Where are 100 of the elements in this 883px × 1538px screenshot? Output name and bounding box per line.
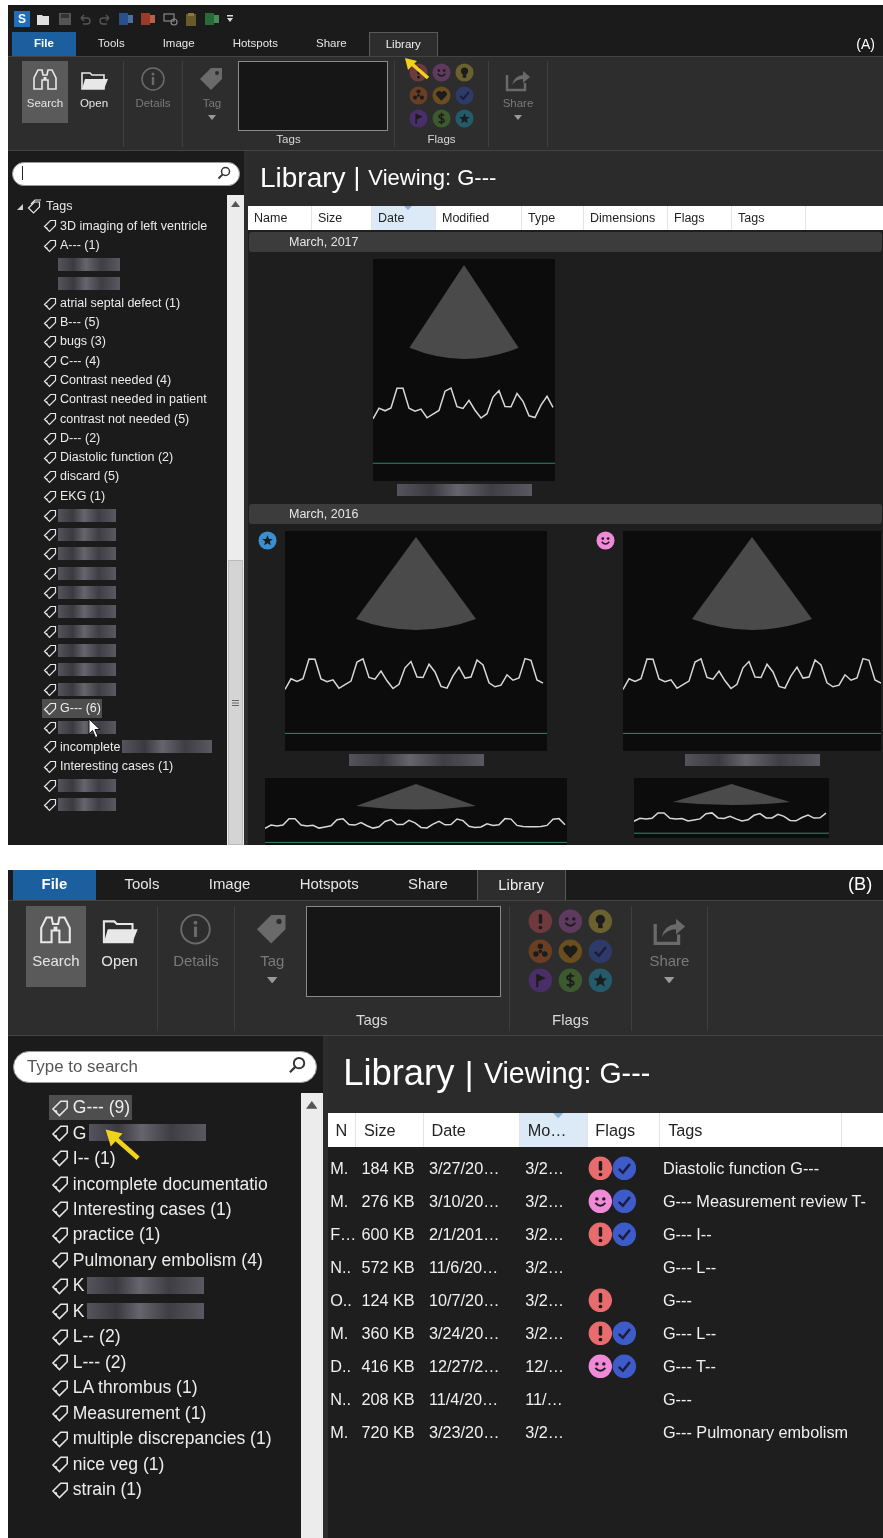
tree-item[interactable]: D--- (2) xyxy=(42,428,102,448)
column-heading[interactable]: Date xyxy=(423,1113,520,1147)
ribbon-tab[interactable]: Image xyxy=(146,32,211,56)
tree-item[interactable]: I-- (1) xyxy=(49,1145,117,1171)
ribbon-tab[interactable]: Hotspots xyxy=(278,869,380,900)
tree-item[interactable]: C--- (4) xyxy=(42,351,102,371)
column-heading[interactable]: Size xyxy=(356,1113,424,1147)
ribbon-tab[interactable]: Tools xyxy=(103,869,181,900)
ribbon-button[interactable]: Search xyxy=(22,61,68,123)
scroll-up-arrow-icon[interactable] xyxy=(305,1101,318,1109)
tree-item[interactable]: Contrast needed (4) xyxy=(42,370,173,390)
table-row[interactable]: N.. 572 KB 11/6/20… 3/2… G--- L-- xyxy=(327,1250,883,1284)
column-heading[interactable]: Type xyxy=(522,206,584,230)
table-row[interactable]: M. 276 KB 3/10/20… 3/2… G--- Measurement review T- xyxy=(327,1184,883,1218)
tag-icon xyxy=(43,507,57,523)
ribbon-tab[interactable]: File xyxy=(13,869,96,900)
tree-item[interactable]: incomplete xyxy=(42,737,122,757)
folder-icon[interactable] xyxy=(36,12,52,26)
table-row[interactable]: M. 184 KB 3/27/20… 3/2… Diastolic function G--- xyxy=(327,1151,883,1185)
slides-icon[interactable] xyxy=(140,12,156,26)
table-row[interactable]: D.. 416 KB 12/27/2… 12/… G--- T-- xyxy=(327,1349,883,1383)
tree-item[interactable]: bugs (3) xyxy=(42,332,107,352)
table-row[interactable]: M. 720 KB 3/23/20… 3/2… G--- Pulmonary embolism xyxy=(327,1415,883,1449)
table-row[interactable]: M. 360 KB 3/24/20… 3/2… G--- L-- xyxy=(327,1316,883,1350)
tree-item[interactable]: incomplete documentatio xyxy=(49,1170,269,1197)
scan-image-drawing[interactable] xyxy=(634,778,829,838)
caret-icon[interactable] xyxy=(226,14,234,24)
ribbon-button[interactable]: Open xyxy=(89,906,150,987)
tree-item[interactable]: Interesting cases (1) xyxy=(42,756,175,776)
table-row[interactable]: N.. 208 KB 11/4/20… 11/… G--- xyxy=(327,1382,883,1416)
tag-icon xyxy=(43,353,57,369)
ribbon-button[interactable]: Open xyxy=(71,61,117,123)
tree-item[interactable]: G--- (9) xyxy=(49,1094,132,1120)
tree-item[interactable]: nice veg (1) xyxy=(49,1451,166,1477)
table-cell-text: 720 KB xyxy=(360,1422,416,1444)
column-heading[interactable]: Name xyxy=(248,206,312,230)
tree-item[interactable]: Contrast needed in patient xyxy=(42,389,208,410)
column-heading[interactable]: Tags xyxy=(732,206,806,230)
tree-item[interactable]: practice (1) xyxy=(49,1221,162,1248)
column-heading[interactable]: Date xyxy=(372,206,436,230)
tree-item[interactable]: G--- (6) xyxy=(42,698,102,718)
tags-box[interactable] xyxy=(306,906,502,998)
search-icon[interactable] xyxy=(217,166,231,180)
tree-item[interactable]: A--- (1) xyxy=(42,235,101,255)
ribbon-tab[interactable]: Share xyxy=(300,32,363,56)
tree-item[interactable]: L--- (2) xyxy=(49,1349,128,1375)
column-heading[interactable]: Mo… xyxy=(519,1113,588,1147)
screen-icon[interactable] xyxy=(162,12,178,26)
tree-item[interactable]: K xyxy=(49,1298,86,1324)
ribbon-tab[interactable]: Tools xyxy=(81,32,141,56)
scroll-up-arrow-icon[interactable] xyxy=(231,201,240,207)
table-row[interactable]: F… 600 KB 2/1/201… 3/2… G--- I-- xyxy=(327,1217,883,1251)
column-heading[interactable]: Modified xyxy=(436,206,522,230)
search-field[interactable] xyxy=(12,161,240,186)
tag-icon xyxy=(43,372,57,388)
search-icon[interactable] xyxy=(287,1055,306,1074)
tree-item[interactable]: Measurement (1) xyxy=(49,1400,208,1426)
tree-item[interactable]: discard (5) xyxy=(42,467,121,487)
expander-icon[interactable] xyxy=(16,202,24,211)
tags-box[interactable] xyxy=(238,61,388,131)
column-heading[interactable]: Dimensions xyxy=(584,206,668,230)
document-icon[interactable] xyxy=(118,12,134,26)
table-row[interactable]: O.. 124 KB 10/7/20… 3/2… G--- xyxy=(327,1283,883,1317)
tree-item[interactable]: K xyxy=(49,1272,86,1299)
tag-icon xyxy=(43,237,57,253)
tree-item[interactable]: atrial septal defect (1) xyxy=(42,293,182,313)
column-heading[interactable]: Flags xyxy=(587,1113,661,1147)
ribbon-tab[interactable]: File xyxy=(12,32,76,56)
spreadsheet-icon[interactable] xyxy=(204,12,220,26)
ribbon-tab[interactable]: Library xyxy=(368,32,438,56)
table-cell-text: 276 KB xyxy=(360,1191,416,1213)
column-heading[interactable]: Tags xyxy=(660,1113,843,1147)
caret-icon xyxy=(514,115,522,121)
tree-item[interactable]: LA thrombus (1) xyxy=(49,1374,199,1401)
tag-icon xyxy=(43,642,57,658)
table-cell-text: O.. xyxy=(329,1290,353,1312)
ribbon-tab[interactable]: Library xyxy=(476,869,566,900)
tree-item[interactable]: Tags xyxy=(27,197,73,216)
ribbon-tab[interactable]: Share xyxy=(387,869,469,900)
clipboard-icon[interactable] xyxy=(184,12,198,26)
tree-item[interactable]: Diastolic function (2) xyxy=(42,447,175,468)
ribbon-tab[interactable]: Image xyxy=(187,869,272,900)
column-heading[interactable]: Flags xyxy=(668,206,732,230)
ribbon-button[interactable]: Search xyxy=(26,906,86,987)
tree-item[interactable]: G xyxy=(49,1120,88,1146)
tree-item[interactable]: Interesting cases (1) xyxy=(49,1196,233,1222)
tree-item[interactable]: B--- (5) xyxy=(42,312,101,333)
tree-item[interactable]: contrast not needed (5) xyxy=(42,409,191,429)
ribbon-tab[interactable]: Hotspots xyxy=(216,32,295,56)
tree-item[interactable]: 3D imaging of left ventricle xyxy=(42,216,209,236)
tree-item[interactable]: Pulmonary embolism (4) xyxy=(49,1247,265,1273)
tree-item[interactable]: EKG (1) xyxy=(42,486,107,506)
tags-icon xyxy=(27,199,43,215)
scrollbar-thumb[interactable] xyxy=(228,560,243,845)
scan-image-drawing[interactable] xyxy=(265,778,567,845)
tree-item[interactable]: strain (1) xyxy=(49,1476,144,1503)
column-heading[interactable]: N xyxy=(327,1113,357,1147)
search-field[interactable]: Type to search xyxy=(13,1051,318,1083)
tree-item[interactable]: multiple discrepancies (1) xyxy=(49,1425,273,1452)
tree-item[interactable]: L-- (2) xyxy=(49,1323,122,1350)
